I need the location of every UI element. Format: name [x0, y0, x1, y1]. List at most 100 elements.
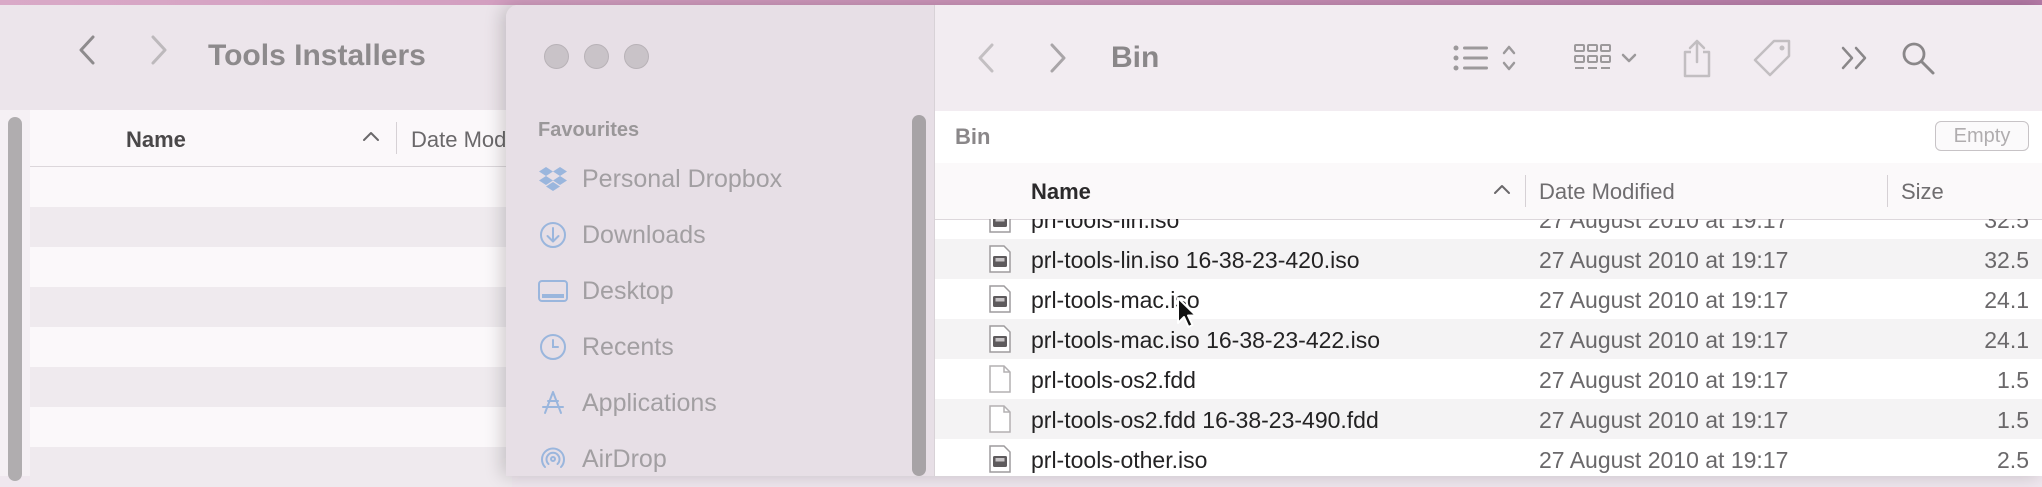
mouse-pointer-icon — [1176, 296, 1200, 330]
document-icon — [989, 365, 1011, 393]
recents-icon — [538, 332, 568, 362]
back-window-back-button[interactable] — [72, 33, 102, 67]
file-name: prl-tools-other.iso — [1031, 447, 1208, 473]
path-bar: Bin Empty — [935, 111, 2042, 164]
disk-image-icon — [989, 285, 1011, 313]
back-window-scrollbar[interactable] — [8, 117, 22, 481]
file-size: 2.5 — [1997, 447, 2029, 473]
sidebar-item-downloads[interactable]: Downloads — [538, 213, 898, 257]
sidebar-item-desktop[interactable]: Desktop — [538, 269, 898, 313]
column-separator — [396, 122, 397, 154]
more-toolbar-items-button[interactable] — [1835, 35, 1875, 81]
sidebar-item-label: Downloads — [582, 220, 706, 249]
share-icon — [1683, 39, 1711, 78]
sidebar: Favourites Personal Dropbox Downloads De… — [506, 5, 934, 476]
file-row[interactable]: prl-tools-lin.iso 16-38-23-420.iso 27 Au… — [935, 239, 2042, 279]
file-row[interactable]: prl-tools-lin.iso 27 August 2010 at 19:1… — [935, 219, 2042, 239]
airdrop-icon — [538, 444, 568, 474]
sidebar-item-label: Desktop — [582, 276, 674, 305]
file-row[interactable]: prl-tools-os2.fdd 16-38-23-490.fdd 27 Au… — [935, 399, 2042, 439]
forward-button[interactable] — [1043, 41, 1073, 75]
sidebar-item-recents[interactable]: Recents — [538, 325, 898, 369]
toolbar: Bin — [935, 5, 2042, 112]
dropbox-icon — [538, 164, 568, 194]
search-icon — [1902, 42, 1935, 75]
file-date: 27 August 2010 at 19:17 — [1539, 367, 1789, 393]
share-button[interactable] — [1677, 35, 1717, 81]
disk-image-icon — [989, 445, 1011, 473]
disk-image-icon — [989, 219, 1011, 233]
sidebar-section-favourites: Favourites — [538, 119, 640, 141]
sort-chevron-up-icon — [362, 130, 380, 142]
sidebar-item-airdrop[interactable]: AirDrop — [538, 437, 898, 476]
file-date: 27 August 2010 at 19:17 — [1539, 407, 1789, 433]
disk-image-icon — [989, 245, 1011, 273]
desktop-icon — [538, 276, 568, 306]
file-name: prl-tools-lin.iso — [1031, 219, 1180, 233]
sort-chevron-up-icon — [1493, 183, 1511, 195]
search-button[interactable] — [1895, 35, 1941, 81]
back-column-name[interactable]: Name — [126, 127, 186, 153]
column-separator[interactable] — [1887, 175, 1888, 207]
back-window-forward-button[interactable] — [144, 33, 174, 67]
file-date: 27 August 2010 at 19:17 — [1539, 219, 1789, 233]
file-date: 27 August 2010 at 19:17 — [1539, 327, 1789, 353]
path-bar-label: Bin — [955, 124, 991, 149]
sidebar-item-label: Applications — [582, 388, 717, 417]
file-row[interactable]: prl-tools-os2.fdd 27 August 2010 at 19:1… — [935, 359, 2042, 399]
file-name: prl-tools-os2.fdd 16-38-23-490.fdd — [1031, 407, 1379, 433]
file-row[interactable]: prl-tools-mac.iso 16-38-23-422.iso 27 Au… — [935, 319, 2042, 359]
file-date: 27 August 2010 at 19:17 — [1539, 287, 1789, 313]
chevron-left-icon — [79, 35, 95, 65]
back-column-date[interactable]: Date Mod — [411, 127, 506, 153]
file-row[interactable]: prl-tools-other.iso 27 August 2010 at 19… — [935, 439, 2042, 476]
downloads-icon — [538, 220, 568, 250]
back-window-title: Tools Installers — [208, 39, 426, 72]
sidebar-item-personal-dropbox[interactable]: Personal Dropbox — [538, 157, 898, 201]
file-name: prl-tools-os2.fdd — [1031, 367, 1196, 393]
content-pane: Bin Bin Empty Name Date Modified Size pr… — [934, 5, 2042, 476]
window-title: Bin — [1111, 41, 1160, 74]
column-separator[interactable] — [1525, 175, 1526, 207]
close-window-button[interactable] — [544, 44, 569, 69]
file-name: prl-tools-mac.iso 16-38-23-422.iso — [1031, 327, 1380, 353]
file-row[interactable]: prl-tools-mac.iso 27 August 2010 at 19:1… — [935, 279, 2042, 319]
list-view-button[interactable] — [1449, 35, 1529, 81]
finder-window[interactable]: Favourites Personal Dropbox Downloads De… — [506, 5, 2042, 476]
file-date: 27 August 2010 at 19:17 — [1539, 247, 1789, 273]
column-header-size[interactable]: Size — [1901, 179, 1944, 205]
applications-icon — [538, 388, 568, 418]
minimize-window-button[interactable] — [584, 44, 609, 69]
back-window-toolbar: Tools Installers — [0, 5, 512, 110]
file-size: 1.5 — [1997, 407, 2029, 433]
sidebar-scrollbar[interactable] — [912, 115, 926, 476]
group-button[interactable] — [1573, 35, 1649, 81]
grid-view-icon — [1574, 44, 1637, 69]
sidebar-item-label: Personal Dropbox — [582, 164, 783, 193]
file-date: 27 August 2010 at 19:17 — [1539, 447, 1789, 473]
double-chevron-right-icon — [1841, 46, 1867, 70]
file-size: 24.1 — [1984, 287, 2029, 313]
disk-image-icon — [989, 325, 1011, 353]
back-finder-window[interactable]: Tools Installers Name Date Mod — [0, 5, 512, 487]
back-button[interactable] — [971, 41, 1001, 75]
file-list: prl-tools-lin.iso 27 August 2010 at 19:1… — [935, 219, 2042, 476]
chevron-right-icon — [1050, 43, 1066, 73]
chevron-right-icon — [151, 35, 167, 65]
file-size: 32.5 — [1984, 247, 2029, 273]
file-name: prl-tools-lin.iso 16-38-23-420.iso — [1031, 247, 1360, 273]
zoom-window-button[interactable] — [624, 44, 649, 69]
sidebar-item-label: Recents — [582, 332, 674, 361]
empty-bin-button[interactable]: Empty — [1935, 121, 2029, 151]
file-size: 24.1 — [1984, 327, 2029, 353]
back-window-file-list — [30, 167, 512, 487]
tag-icon — [1753, 39, 1791, 77]
document-icon — [989, 405, 1011, 433]
column-header-name[interactable]: Name — [1031, 179, 1091, 205]
sidebar-item-applications[interactable]: Applications — [538, 381, 898, 425]
file-size: 32.5 — [1984, 219, 2029, 233]
list-view-icon — [1453, 45, 1516, 71]
chevron-left-icon — [978, 43, 994, 73]
column-header-date-modified[interactable]: Date Modified — [1539, 179, 1675, 205]
tag-button[interactable] — [1749, 35, 1795, 81]
